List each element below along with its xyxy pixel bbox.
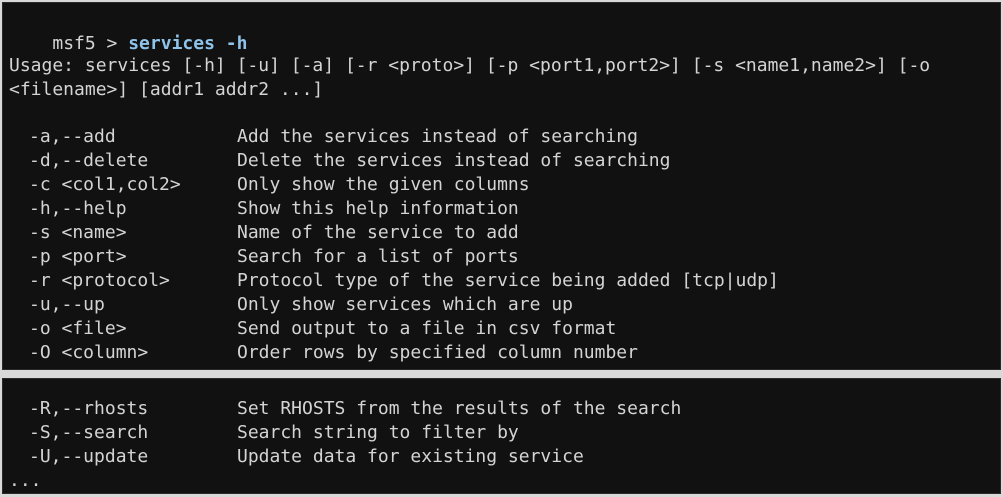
option-description: Add the services instead of searching <box>237 126 638 147</box>
option-row-search: -S,--search Search string to filter by <box>3 421 1000 445</box>
option-flag: -R,--rhosts <box>29 398 149 419</box>
option-description: Name of the service to add <box>237 222 519 243</box>
option-row-rhosts: -R,--rhosts Set RHOSTS from the results … <box>3 397 1000 421</box>
option-flag: -S,--search <box>29 422 149 443</box>
prompt-text: msf5 > <box>52 33 129 54</box>
usage-line-1: Usage: services [-h] [-u] [-a] [-r <prot… <box>9 55 931 76</box>
option-row-columns: -c <col1,col2> Only show the given colum… <box>3 173 1000 197</box>
terminal-output-bottom: -R,--rhosts Set RHOSTS from the results … <box>2 378 1001 494</box>
option-flag: -p <port> <box>29 246 127 267</box>
option-description: Search for a list of ports <box>237 246 519 267</box>
option-description: Only show the given columns <box>237 174 530 195</box>
option-description: Search string to filter by <box>237 422 519 443</box>
option-row-port: -p <port> Search for a list of ports <box>3 245 1000 269</box>
option-description: Protocol type of the service being added… <box>237 270 779 291</box>
ellipsis-line: ... <box>9 470 42 491</box>
option-row-order: -O <column> Order rows by specified colu… <box>3 341 1000 365</box>
terminal-output-top: msf5 > services -h Usage: services [-h] … <box>2 2 1001 370</box>
usage-line-2: <filename>] [addr1 addr2 ...] <box>9 79 324 100</box>
option-row-delete: -d,--delete Delete the services instead … <box>3 149 1000 173</box>
option-flag: -U,--update <box>29 446 149 467</box>
option-flag: -s <name> <box>29 222 127 243</box>
option-row-name: -s <name> Name of the service to add <box>3 221 1000 245</box>
option-flag: -a,--add <box>29 126 116 147</box>
option-row-protocol: -r <protocol> Protocol type of the servi… <box>3 269 1000 293</box>
option-flag: -o <file> <box>29 318 127 339</box>
option-row-up: -u,--up Only show services which are up <box>3 293 1000 317</box>
option-flag: -r <protocol> <box>29 270 170 291</box>
option-flag: -O <column> <box>29 342 149 363</box>
option-flag: -h,--help <box>29 198 127 219</box>
option-row-output: -o <file> Send output to a file in csv f… <box>3 317 1000 341</box>
option-flag: -u,--up <box>29 294 105 315</box>
option-description: Send output to a file in csv format <box>237 318 617 339</box>
option-flag: -c <col1,col2> <box>29 174 181 195</box>
option-description: Delete the services instead of searching <box>237 150 671 171</box>
option-row-add: -a,--add Add the services instead of sea… <box>3 125 1000 149</box>
option-description: Update data for existing service <box>237 446 584 467</box>
option-description: Only show services which are up <box>237 294 573 315</box>
option-flag: -d,--delete <box>29 150 149 171</box>
option-row-help: -h,--help Show this help information <box>3 197 1000 221</box>
option-description: Set RHOSTS from the results of the searc… <box>237 398 682 419</box>
option-description: Show this help information <box>237 198 519 219</box>
option-row-update: -U,--update Update data for existing ser… <box>3 445 1000 469</box>
command-text: services -h <box>128 33 248 54</box>
option-description: Order rows by specified column number <box>237 342 638 363</box>
prompt-line: msf5 > services -h <box>9 8 247 54</box>
